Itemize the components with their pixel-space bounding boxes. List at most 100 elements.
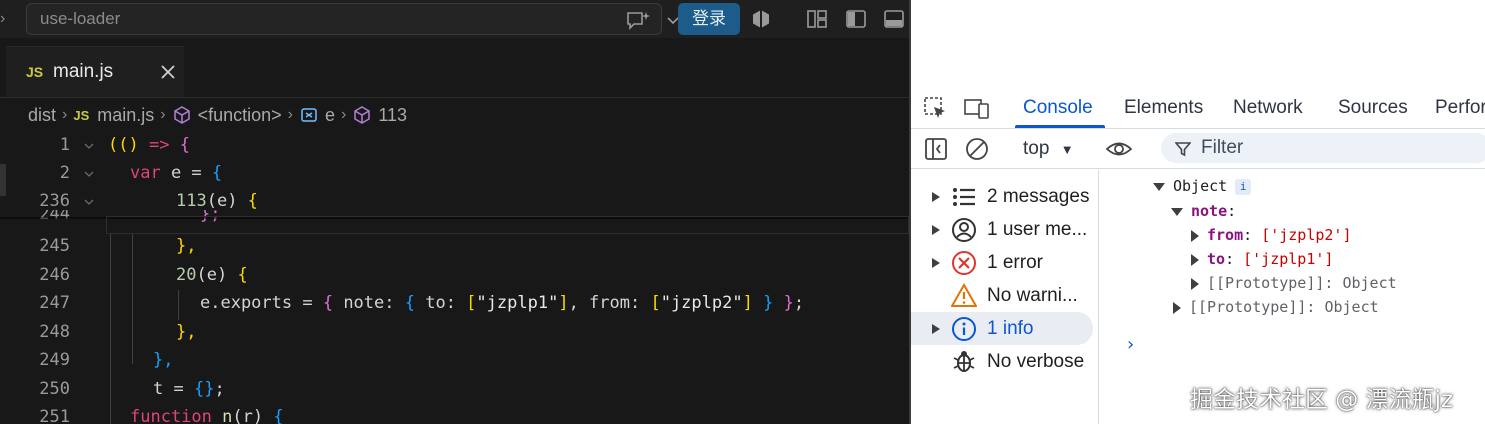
code-line: }, xyxy=(176,322,197,342)
warning-icon xyxy=(951,283,977,307)
inspect-element-icon[interactable] xyxy=(923,96,947,120)
list-icon xyxy=(953,188,975,206)
devtools-tab-bar: Console Elements Network Sources Perfor xyxy=(911,87,1485,129)
code-line: 113(e) { xyxy=(176,191,258,211)
filter-input[interactable]: Filter xyxy=(1161,133,1485,163)
tab-network[interactable]: Network xyxy=(1233,87,1303,129)
nav-forward-icon[interactable]: › xyxy=(0,8,10,30)
sidebar-item-label: No warni... xyxy=(987,285,1078,306)
fold-chevron-icon[interactable] xyxy=(82,195,96,209)
toggle-sidebar-icon[interactable] xyxy=(845,8,867,30)
variable-icon xyxy=(301,108,317,122)
expand-triangle-icon xyxy=(1191,253,1199,266)
expand-triangle-icon xyxy=(932,258,940,268)
js-file-icon: JS xyxy=(73,107,90,123)
fold-chevron-icon[interactable] xyxy=(82,167,96,181)
expand-triangle-icon xyxy=(932,192,940,202)
breadcrumb-113[interactable]: 113 xyxy=(378,105,407,126)
copilot-icon[interactable] xyxy=(750,8,772,30)
sidebar-toggle-icon[interactable] xyxy=(924,137,948,161)
tab-main-js[interactable]: JS main.js xyxy=(6,46,184,98)
tab-sources[interactable]: Sources xyxy=(1338,87,1408,129)
fold-chevron-icon[interactable] xyxy=(82,139,96,153)
tab-elements[interactable]: Elements xyxy=(1124,87,1203,129)
prototype-label: [[Prototype]]: Object xyxy=(1207,274,1397,292)
context-value: top xyxy=(1023,138,1050,159)
line-number: 247 xyxy=(39,293,70,313)
expand-triangle-icon xyxy=(932,324,940,334)
line-number: 244 xyxy=(39,210,70,222)
line-number: 248 xyxy=(39,322,70,342)
clear-console-icon[interactable] xyxy=(965,137,989,161)
devtools-panel: Console Elements Network Sources Perfor … xyxy=(909,0,1485,424)
layout-customize-icon[interactable] xyxy=(806,8,828,30)
prop-colon: : xyxy=(1243,226,1253,244)
prototype-label: [[Prototype]]: Object xyxy=(1189,298,1379,316)
prototype-row[interactable]: [[Prototype]]: Object xyxy=(1191,272,1397,294)
object-row[interactable]: Object i xyxy=(1153,175,1252,197)
breadcrumb-e[interactable]: e xyxy=(325,105,335,126)
tab-strip-divider xyxy=(0,97,909,98)
code-line: e.exports = { note: { to: ["jzplp1"], fr… xyxy=(200,293,805,313)
line-number: 245 xyxy=(39,236,70,256)
login-button[interactable]: 登录 xyxy=(678,3,740,35)
sidebar-item-label: 1 user me... xyxy=(987,219,1088,240)
code-line: var e = { xyxy=(130,163,223,183)
tab-performance[interactable]: Perfor xyxy=(1435,87,1485,129)
sidebar-item-label: 1 info xyxy=(987,318,1034,339)
sidebar-item-label: 2 messages xyxy=(987,186,1090,207)
tab-console[interactable]: Console xyxy=(1023,87,1093,129)
prop-key-to: to xyxy=(1207,250,1226,268)
search-box-text: use-loader xyxy=(40,9,121,28)
tab-label: main.js xyxy=(53,61,114,82)
toggle-panel-icon[interactable] xyxy=(883,8,905,30)
code-line: function n(r) { xyxy=(130,407,284,424)
sidebar-item-info[interactable]: 1 info xyxy=(911,312,1093,345)
note-row[interactable]: note: xyxy=(1171,200,1236,222)
chevron-right-icon: › xyxy=(160,106,166,123)
command-center-search[interactable]: use-loader xyxy=(26,3,679,35)
indent-guide xyxy=(178,290,179,320)
sidebar-item-user-messages[interactable]: 1 user me... xyxy=(911,213,1097,246)
console-prompt[interactable]: › xyxy=(1125,334,1136,355)
breadcrumb-dist[interactable]: dist xyxy=(28,105,56,126)
breadcrumb: dist › JS main.js › <function> › e › 113 xyxy=(28,102,407,128)
error-icon xyxy=(952,251,976,275)
active-tab-indicator xyxy=(1015,125,1105,128)
code-line: t = {}; xyxy=(153,379,225,399)
filter-funnel-icon xyxy=(1175,142,1191,157)
line-number: 2 xyxy=(59,163,70,183)
code-area[interactable]: 1 (() => { 2 var e = { 236 113(e) { 244 … xyxy=(0,132,909,424)
sidebar-item-verbose[interactable]: No verbose xyxy=(911,345,1097,378)
breadcrumb-function[interactable]: <function> xyxy=(198,105,282,126)
code-editor: › use-loader 登录 JS main.js dist › JS mai… xyxy=(0,0,909,424)
to-row[interactable]: to: ['jzplp1'] xyxy=(1191,248,1333,270)
live-expression-eye-icon[interactable] xyxy=(1105,137,1133,161)
object-label: Object xyxy=(1173,177,1228,195)
line-number: 251 xyxy=(39,407,70,424)
chevron-right-icon: › xyxy=(287,106,293,123)
prototype-row[interactable]: [[Prototype]]: Object xyxy=(1173,296,1379,318)
device-toolbar-icon[interactable] xyxy=(963,96,991,120)
collapse-triangle-icon xyxy=(1171,207,1183,216)
line-number: 1 xyxy=(59,135,70,155)
watermark: 掘金技术社区 @ 漂流瓶jz xyxy=(1190,387,1454,413)
context-selector[interactable]: top ▼ xyxy=(1023,135,1074,163)
sidebar-item-errors[interactable]: 1 error xyxy=(911,246,1097,279)
sidebar-item-warnings[interactable]: No warni... xyxy=(911,279,1097,312)
breadcrumb-main-js[interactable]: main.js xyxy=(97,105,154,126)
from-row[interactable]: from: ['jzplp2'] xyxy=(1191,224,1352,246)
chat-sparkle-icon[interactable] xyxy=(625,10,651,30)
title-bar: › use-loader 登录 xyxy=(0,0,909,38)
prop-value-from: ['jzplp2'] xyxy=(1261,226,1352,244)
console-toolbar: top ▼ Filter xyxy=(911,129,1485,169)
current-line-highlight xyxy=(106,216,909,234)
sidebar-item-messages[interactable]: 2 messages xyxy=(911,180,1097,213)
code-line: 20(e) { xyxy=(176,265,248,285)
js-file-icon: JS xyxy=(26,64,44,80)
chevron-right-icon: › xyxy=(341,106,347,123)
close-icon[interactable] xyxy=(158,62,178,82)
info-badge-icon[interactable]: i xyxy=(1235,178,1252,195)
prop-colon: : xyxy=(1225,250,1235,268)
collapse-triangle-icon xyxy=(1153,182,1165,191)
